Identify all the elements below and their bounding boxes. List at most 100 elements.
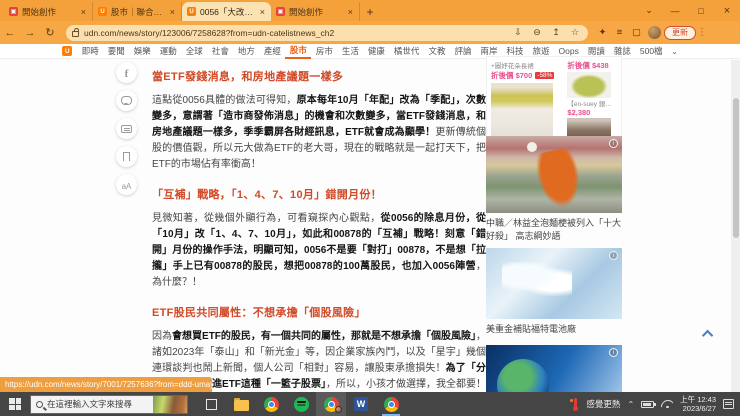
red-icon: [276, 7, 285, 16]
action-center-icon[interactable]: [723, 399, 734, 409]
tab-close-icon[interactable]: ×: [259, 7, 266, 17]
tab-close-icon[interactable]: ×: [347, 7, 354, 17]
search-highlight-image[interactable]: [153, 395, 187, 413]
search-icon: [36, 400, 43, 408]
word-button[interactable]: [346, 392, 376, 416]
windows-taskbar: 在這裡輸入文字來搜尋 感覺更熱 ⌃ 上午 12:43 2023/6/27: [0, 392, 740, 416]
close-window-button[interactable]: [714, 5, 740, 17]
browser-tab[interactable]: 股市｜聯合新聞網 ×: [93, 2, 182, 21]
tab-close-icon[interactable]: ×: [169, 7, 176, 17]
search-placeholder: 在這裡輸入文字來搜尋: [47, 399, 133, 409]
forward-button[interactable]: →: [20, 27, 40, 39]
nav-more-chevron-icon[interactable]: ⌄: [671, 47, 678, 56]
ad-product-image[interactable]: [491, 83, 553, 141]
back-button[interactable]: ←: [0, 27, 20, 39]
start-button[interactable]: [0, 392, 30, 416]
nav-link[interactable]: 要聞: [103, 44, 129, 58]
comment-icon: [121, 124, 132, 133]
discount-badge: -58%: [535, 72, 555, 79]
news-image-baseball[interactable]: i: [486, 136, 622, 213]
weather-text[interactable]: 感覺更熱: [586, 398, 620, 410]
task-view-icon: [205, 398, 217, 410]
browser-tab[interactable]: 開始創作 ×: [4, 2, 93, 21]
ad-info-icon[interactable]: i: [609, 251, 618, 260]
minimize-button[interactable]: [662, 6, 688, 16]
udn-logo-icon[interactable]: [62, 46, 73, 56]
weather-thermometer-icon[interactable]: [569, 397, 579, 411]
zoom-icon[interactable]: ⊖: [530, 27, 544, 38]
nav-link[interactable]: 房市: [311, 44, 337, 58]
ad-product-image[interactable]: [567, 72, 612, 98]
wifi-icon[interactable]: [661, 400, 673, 409]
scrollbar-thumb[interactable]: [732, 98, 739, 238]
reload-button[interactable]: ↻: [40, 26, 60, 39]
profile-avatar[interactable]: [648, 26, 661, 39]
update-chrome-button[interactable]: 更新: [664, 25, 696, 40]
nav-link[interactable]: 娛樂: [129, 44, 155, 58]
nav-link[interactable]: 評論: [450, 44, 476, 58]
bookmark-star-icon[interactable]: ☆: [568, 27, 582, 38]
new-tab-button[interactable]: +: [360, 2, 380, 21]
news-caption[interactable]: 美重金補貼福特電池廠: [486, 323, 622, 336]
chrome-active-button[interactable]: [376, 392, 406, 416]
file-explorer-button[interactable]: [226, 392, 256, 416]
install-icon[interactable]: ⇩: [511, 27, 525, 38]
news-image-worldmap[interactable]: i: [486, 248, 622, 319]
font-size-icon: [122, 176, 132, 194]
bookmark-button[interactable]: [116, 146, 137, 167]
tray-chevron-up-icon[interactable]: ⌃: [627, 400, 634, 409]
share-icon[interactable]: ↥: [549, 27, 563, 38]
nav-link[interactable]: 文教: [424, 44, 450, 58]
nav-link[interactable]: 500檔: [635, 44, 667, 58]
browser-tab[interactable]: 開始創作 ×: [271, 2, 360, 21]
browser-window: 開始創作×股市｜聯合新聞網×0056「大改款」是為了對打008×開始創作× + …: [0, 0, 740, 416]
nav-link[interactable]: 產經: [259, 44, 285, 58]
ad-item-price: 折後價 $438: [567, 61, 609, 70]
line-share-button[interactable]: [116, 90, 137, 111]
taskbar-search-input[interactable]: 在這裡輸入文字來搜尋: [30, 394, 188, 414]
ad-info-icon[interactable]: i: [609, 348, 618, 357]
nav-link[interactable]: 社會: [207, 44, 233, 58]
scroll-to-top-button[interactable]: [699, 326, 719, 342]
reading-list-icon[interactable]: ≡: [611, 27, 628, 38]
browser-tab[interactable]: 0056「大改款」是為了對打008 ×: [182, 2, 271, 21]
ad-item-1[interactable]: +圖妤花朵長裙 折後價 $700 -58%: [491, 60, 562, 144]
lock-icon[interactable]: [72, 27, 79, 37]
side-panel-icon[interactable]: ▢: [628, 27, 645, 38]
nav-link[interactable]: 健康: [363, 44, 389, 58]
tab-title: 開始創作: [22, 6, 57, 17]
article-paragraph: 這點從0056具體的做法可得知，原本每年10月「年配」改為「季配」，次數變多，意…: [152, 95, 487, 170]
url-text[interactable]: udn.com/news/story/123006/7258628?from=u…: [84, 28, 506, 38]
tab-close-icon[interactable]: ×: [80, 7, 87, 17]
udn-icon: [187, 7, 196, 16]
menu-dots-icon[interactable]: ⋮: [696, 27, 708, 38]
news-caption[interactable]: 中職／林益全泡麵梗被列入「十大好殺」 高志綱妙語: [486, 217, 622, 243]
nav-link[interactable]: 股市: [285, 43, 312, 59]
maximize-button[interactable]: [688, 6, 714, 16]
task-view-button[interactable]: [196, 392, 226, 416]
facebook-share-button[interactable]: [116, 62, 137, 83]
extensions-icon[interactable]: ✦: [594, 27, 611, 38]
battery-icon[interactable]: [641, 400, 657, 408]
ad-info-icon[interactable]: i: [609, 139, 618, 148]
windows-logo-icon: [9, 398, 21, 410]
nav-link[interactable]: 生活: [337, 44, 363, 58]
nav-link[interactable]: 運動: [155, 44, 181, 58]
tab-search-chevron-icon[interactable]: [636, 5, 662, 16]
taskbar-clock[interactable]: 上午 12:43 2023/6/27: [680, 395, 716, 413]
nav-link[interactable]: 全球: [181, 44, 207, 58]
shopping-ad-card[interactable]: +圖妤花朵長裙 折後價 $700 -58% 折後價 $438 【en-suey …: [486, 56, 622, 148]
news-image-globe[interactable]: i: [486, 345, 622, 393]
address-bar[interactable]: udn.com/news/story/123006/7258628?from=u…: [66, 24, 588, 41]
spotify-button[interactable]: [286, 392, 316, 416]
nav-link[interactable]: 橘世代: [389, 44, 424, 58]
ad-item-2[interactable]: 折後價 $438 【en-suey 銀… $2,380: [567, 60, 617, 144]
nav-link[interactable]: 即時: [77, 44, 103, 58]
font-size-button[interactable]: [116, 174, 137, 195]
chrome-button[interactable]: [256, 392, 286, 416]
chrome-profile-button[interactable]: [316, 392, 346, 416]
nav-link[interactable]: 地方: [233, 44, 259, 58]
scrollbar[interactable]: [731, 60, 740, 392]
comment-button[interactable]: [116, 118, 137, 139]
tab-title: 0056「大改款」是為了對打008: [200, 6, 255, 17]
